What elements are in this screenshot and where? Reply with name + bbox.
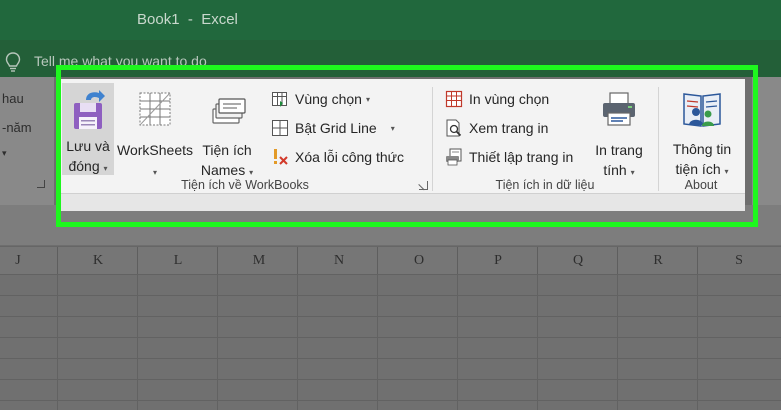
column-header-row: J K L M N O P Q R S [0,246,781,275]
column-divider [57,247,58,274]
title-bar: Book1 - Excel [0,0,781,40]
grid-line [137,274,138,410]
column-header[interactable]: K [88,253,108,269]
grid-line [697,274,698,410]
lightbulb-icon [5,52,21,72]
column-header[interactable]: Q [568,253,588,269]
ribbon-left-fragment: hau -năm ▾ [0,77,54,205]
column-header[interactable]: L [168,253,188,269]
worksheet-grid[interactable] [0,274,781,410]
column-divider [457,247,458,274]
column-divider [697,247,698,274]
column-header[interactable]: P [488,253,508,269]
grid-line [377,274,378,410]
column-divider [617,247,618,274]
column-header[interactable]: R [648,253,668,269]
window-title: Book1 - Excel [137,11,238,28]
grid-line [537,274,538,410]
column-header[interactable]: N [329,253,349,269]
dialog-launcher-icon[interactable] [37,180,45,188]
grid-line [457,274,458,410]
column-divider [137,247,138,274]
column-divider [537,247,538,274]
column-divider [297,247,298,274]
grid-line [297,274,298,410]
column-header[interactable]: M [249,253,269,269]
grid-line [57,274,58,410]
column-divider [217,247,218,274]
left-fragment-item[interactable]: hau [2,91,24,106]
column-header[interactable]: O [409,253,429,269]
highlight-frame [56,65,758,227]
chevron-down-icon: ▾ [2,148,7,158]
column-divider [377,247,378,274]
grid-line [617,274,618,410]
left-fragment-item[interactable]: -năm [2,120,32,135]
grid-line [217,274,218,410]
column-header[interactable]: S [729,253,749,269]
column-header[interactable]: J [8,253,28,269]
